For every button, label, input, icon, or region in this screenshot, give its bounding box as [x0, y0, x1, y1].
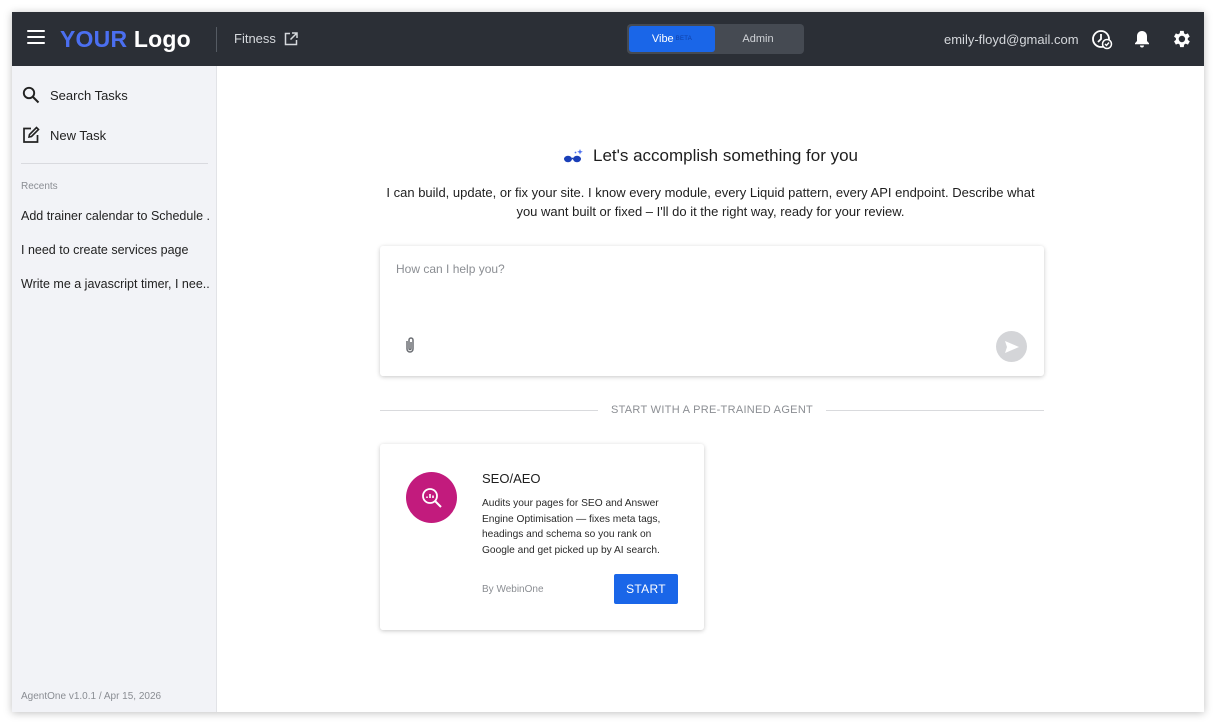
edit-icon — [23, 126, 40, 143]
header-divider — [216, 27, 217, 52]
agent-avatar — [406, 472, 457, 523]
mode-vibe-label: Vibe — [651, 33, 674, 45]
headline: Let's accomplish something for you — [217, 146, 1204, 166]
sparkle-glasses-icon — [564, 149, 583, 163]
mode-admin-label: Admin — [742, 33, 774, 45]
prompt-input[interactable] — [396, 262, 1016, 312]
send-icon — [1004, 340, 1019, 353]
start-agent-button[interactable]: START — [614, 574, 678, 604]
logo-part-logo: Logo — [133, 26, 191, 52]
agent-author: By WebinOne — [482, 584, 544, 595]
sidebar-divider — [21, 163, 208, 164]
recent-task-item[interactable]: Write me a javascript timer, I nee... — [21, 277, 209, 291]
hamburger-menu-icon[interactable] — [27, 30, 45, 44]
recents-heading: Recents — [21, 181, 58, 192]
divider-line — [826, 409, 1045, 411]
search-tasks-label: Search Tasks — [50, 87, 128, 103]
prompt-box — [380, 246, 1044, 376]
top-bar: YOUR Logo Fitness Vibe BETA Admin emily-… — [12, 12, 1204, 66]
recent-task-item[interactable]: I need to create services page — [21, 243, 209, 257]
mode-toggle: Vibe BETA Admin — [627, 24, 804, 54]
logo-part-your: YOUR — [60, 26, 128, 52]
version-info: AgentOne v1.0.1 / Apr 15, 2026 — [21, 691, 162, 702]
new-task-button[interactable]: New Task — [22, 126, 106, 144]
agent-title: SEO/AEO — [482, 471, 541, 486]
main-content: Let's accomplish something for you I can… — [217, 66, 1204, 712]
headline-text: Let's accomplish something for you — [593, 146, 858, 165]
search-tasks-button[interactable]: Search Tasks — [22, 86, 128, 104]
bell-icon[interactable] — [1131, 28, 1153, 50]
mode-admin-option[interactable]: Admin — [715, 26, 801, 52]
description: I can build, update, or fix your site. I… — [386, 185, 1035, 219]
gear-icon[interactable] — [1170, 28, 1192, 50]
divider-text: START WITH A PRE-TRAINED AGENT — [610, 404, 814, 416]
recent-task-item[interactable]: Add trainer calendar to Schedule ... — [21, 209, 209, 223]
clock-check-icon[interactable] — [1091, 28, 1113, 50]
user-email[interactable]: emily-floyd@gmail.com — [944, 32, 1079, 47]
new-task-label: New Task — [50, 127, 107, 143]
site-link[interactable]: Fitness — [234, 31, 298, 46]
sidebar: Search Tasks New Task Recents Add traine… — [12, 66, 217, 712]
paperclip-icon[interactable] — [403, 336, 417, 354]
pretrained-divider: START WITH A PRE-TRAINED AGENT — [380, 402, 1045, 418]
mode-vibe-option[interactable]: Vibe BETA — [629, 26, 715, 52]
send-button[interactable] — [996, 331, 1027, 362]
search-icon — [22, 86, 40, 104]
agent-card-seo[interactable]: SEO/AEO Audits your pages for SEO and An… — [380, 444, 704, 630]
divider-line — [380, 409, 598, 411]
agent-description: Audits your pages for SEO and Answer Eng… — [482, 498, 661, 556]
beta-badge: BETA — [675, 36, 693, 42]
logo[interactable]: YOUR Logo — [60, 24, 191, 54]
search-analytics-icon — [421, 487, 442, 508]
site-name: Fitness — [234, 31, 276, 46]
external-link-icon — [284, 31, 298, 45]
app-window: YOUR Logo Fitness Vibe BETA Admin emily-… — [12, 12, 1204, 712]
